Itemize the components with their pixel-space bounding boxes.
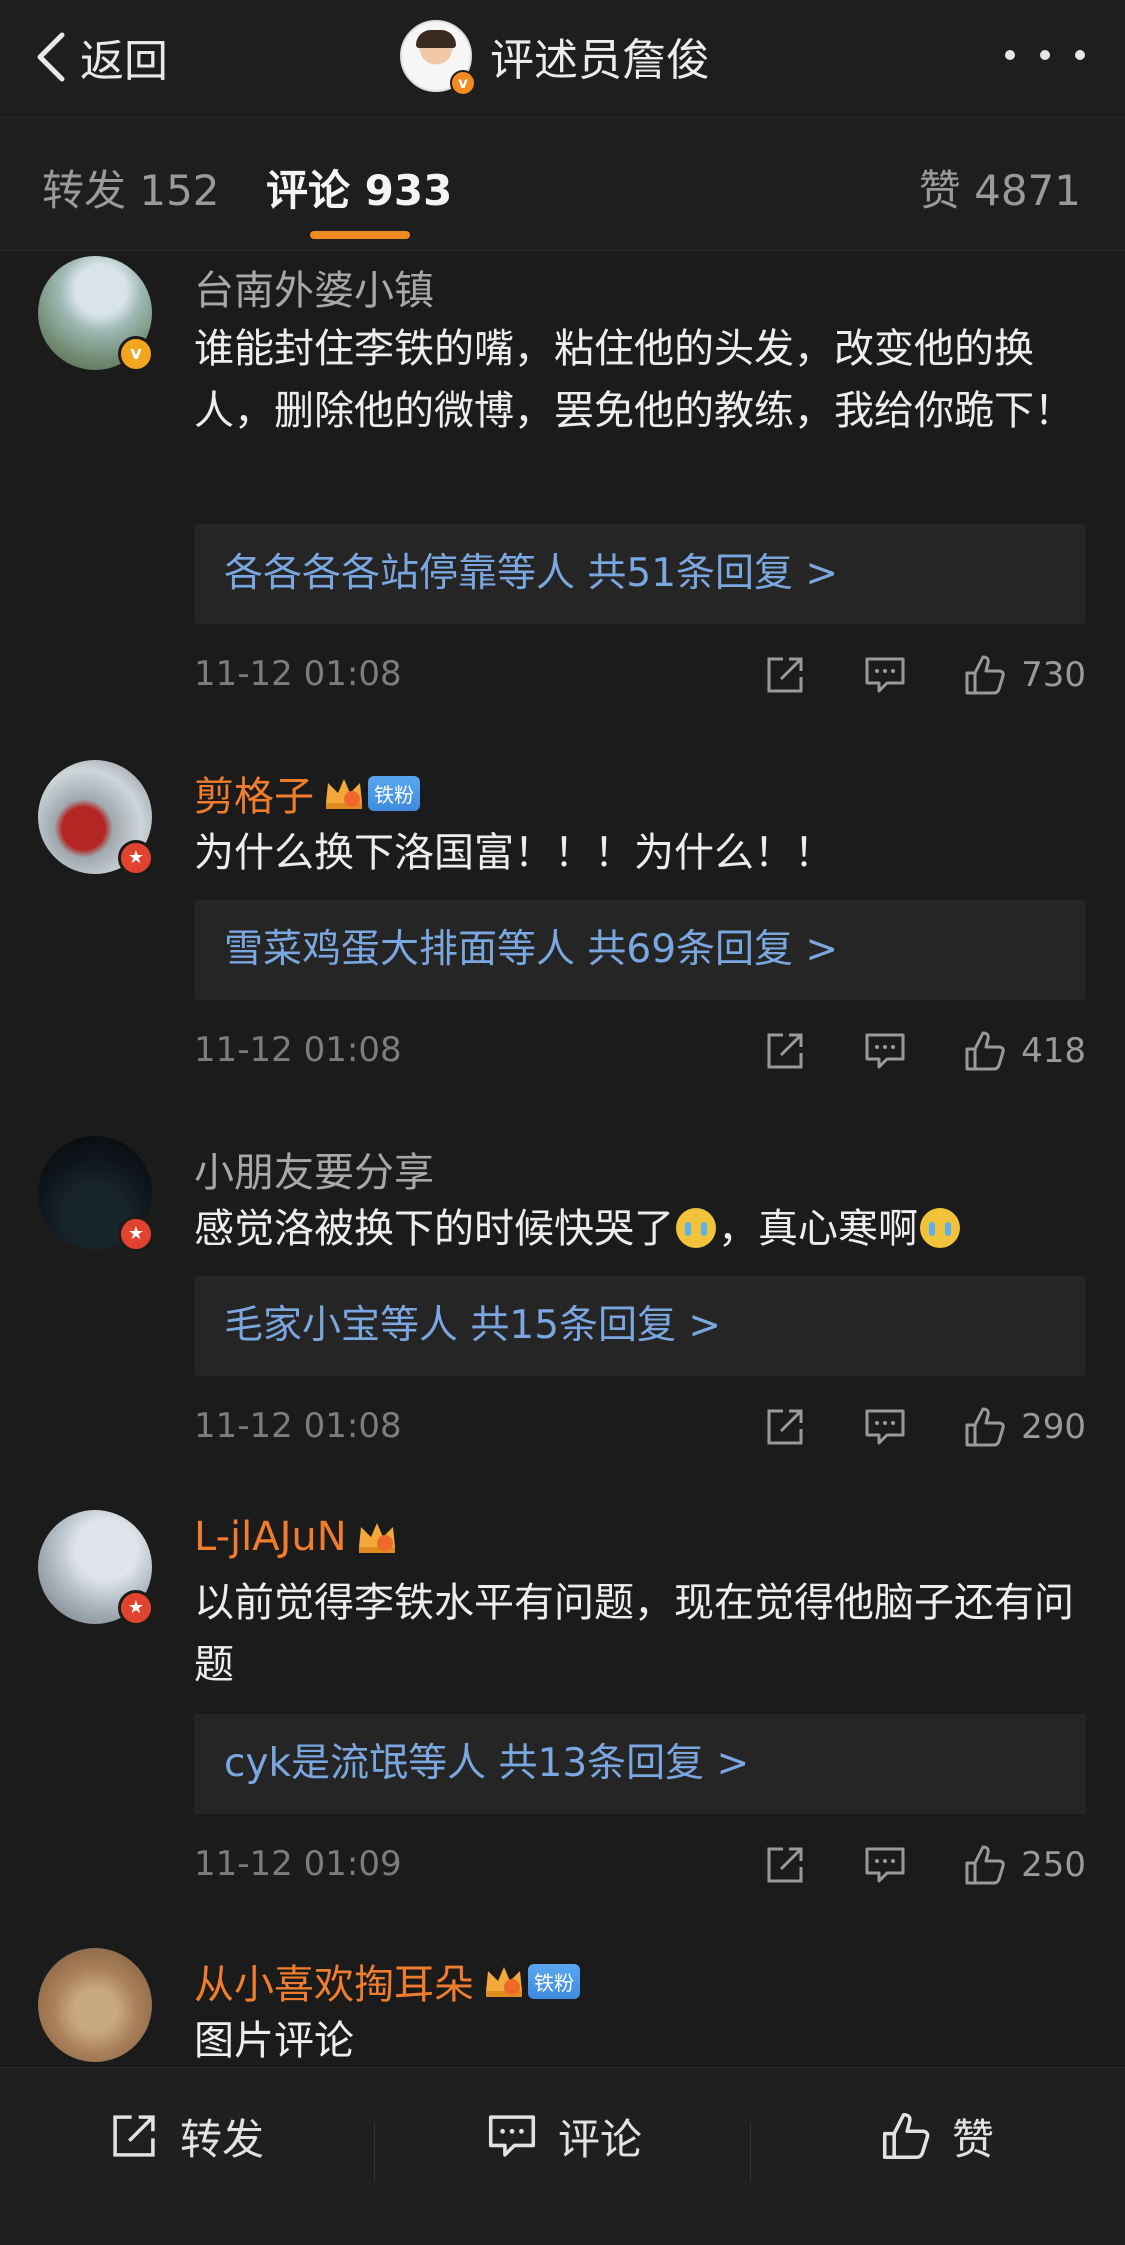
back-button[interactable]: 返回 [32,26,168,88]
crown-icon [326,779,362,809]
comment-icon[interactable] [863,655,907,695]
star-badge-icon: ★ [118,1216,154,1252]
author-avatar: v [400,20,476,96]
share-icon[interactable] [763,1407,807,1447]
back-label: 返回 [80,36,168,87]
like-button[interactable]: 赞 [880,2108,994,2164]
fan-tag: 铁粉 [368,775,420,811]
like-button[interactable]: 730 [963,653,1086,697]
comment-text: 图片评论 [194,2018,354,2064]
comment-meta: 11-12 01:08 418 [194,1026,1086,1076]
comment-text: 以前觉得李铁水平有问题，现在觉得他脑子还有问题 [194,1580,1074,1688]
replies-link[interactable]: 各各各各站停靠等人 共51条回复 > [194,524,1086,624]
thumbs-up-icon [965,1407,1005,1447]
verified-badge: v [450,70,476,96]
tab-repost[interactable]: 转发 152 [42,157,220,218]
like-count: 730 [1021,655,1086,695]
comment-icon[interactable] [863,1845,907,1885]
comment-icon[interactable] [863,1407,907,1447]
replies-link[interactable]: cyk是流氓等人 共13条回复 > [194,1714,1086,1814]
comment-button[interactable]: 评论 [486,2108,642,2164]
more-options-icon[interactable] [1005,40,1085,70]
author-name: 评述员詹俊 [490,35,710,86]
share-icon [113,2115,155,2157]
comment-username[interactable]: 小朋友要分享 [194,1140,434,1198]
avatar[interactable] [38,1948,152,2062]
verified-badge: v [118,336,154,372]
comment-username[interactable]: 台南外婆小镇 [194,258,434,316]
top-nav-bar: 返回 v 评述员詹俊 [0,0,1125,118]
repost-label: 转发 [180,2114,265,2164]
comment-meta: 11-12 01:09 250 [194,1840,1086,1890]
like-button[interactable]: 290 [963,1405,1086,1449]
comment-username[interactable]: L-jlAJuN [194,1514,347,1560]
like-count: 250 [1021,1845,1086,1885]
comment-meta: 11-12 01:08 730 [194,650,1086,700]
avatar[interactable]: v [38,256,154,372]
thumbs-up-icon [965,1031,1005,1071]
share-icon[interactable] [763,1031,807,1071]
comment-time: 11-12 01:08 [194,1406,402,1446]
crying-emoji-icon [676,1208,716,1248]
like-button[interactable]: 418 [963,1029,1086,1073]
comment-text: 为什么换下洛国富！！！为什么！！ [194,830,834,876]
comment-icon[interactable] [863,1031,907,1071]
thumbs-up-icon [965,655,1005,695]
comment-username[interactable]: 剪格子 [194,764,314,822]
comment-time: 11-12 01:08 [194,1030,402,1070]
thumbs-up-icon [882,2112,930,2160]
repost-button[interactable]: 转发 [108,2108,264,2164]
like-count: 418 [1021,1031,1086,1071]
replies-link[interactable]: 毛家小宝等人 共15条回复 > [194,1276,1086,1376]
comment-label: 评论 [558,2114,643,2164]
star-badge-icon: ★ [118,840,154,876]
thumbs-up-icon [965,1845,1005,1885]
author-title[interactable]: v 评述员詹俊 [400,18,710,96]
crying-emoji-icon [920,1208,960,1248]
bottom-action-bar: 转发 评论 赞 [0,2067,1125,2245]
tab-likes[interactable]: 赞 4871 [919,157,1081,218]
comment-text: 谁能封住李铁的嘴，粘住他的头发，改变他的换人，删除他的微博，罢免他的教练，我给你… [194,326,1074,434]
star-badge-icon: ★ [118,1590,154,1626]
crown-icon [486,1967,522,1997]
comment-time: 11-12 01:09 [194,1844,402,1884]
like-button[interactable]: 250 [963,1843,1086,1887]
share-icon[interactable] [763,655,807,695]
avatar[interactable]: ★ [38,760,154,876]
comment-meta: 11-12 01:08 290 [194,1402,1086,1452]
avatar[interactable]: ★ [38,1510,154,1626]
comment-username[interactable]: 从小喜欢掏耳朵 [194,1952,474,2010]
fan-tag: 铁粉 [528,1963,580,1999]
replies-link[interactable]: 雪菜鸡蛋大排面等人 共69条回复 > [194,900,1086,1000]
comment-text: 感觉洛被换下的时候快哭了 ，真心寒啊 [194,1198,1074,1260]
share-icon[interactable] [763,1845,807,1885]
crown-icon [358,1523,395,1553]
active-tab-indicator [310,231,410,239]
comment-icon [488,2115,536,2157]
comment-time: 11-12 01:08 [194,654,402,694]
like-label: 赞 [952,2114,995,2164]
avatar[interactable]: ★ [38,1136,154,1252]
tab-bar: 转发 152 评论 933 赞 4871 [0,119,1125,251]
tab-comments[interactable]: 评论 933 [266,157,452,218]
like-count: 290 [1021,1407,1086,1447]
chevron-left-icon [37,32,65,82]
comment-list: v 台南外婆小镇 谁能封住李铁的嘴，粘住他的头发，改变他的换人，删除他的微博，罢… [0,252,1125,2067]
weibo-comments-page: 返回 v 评述员詹俊 转发 152 评论 933 赞 4871 v 台南外婆小镇 [0,0,1125,2245]
